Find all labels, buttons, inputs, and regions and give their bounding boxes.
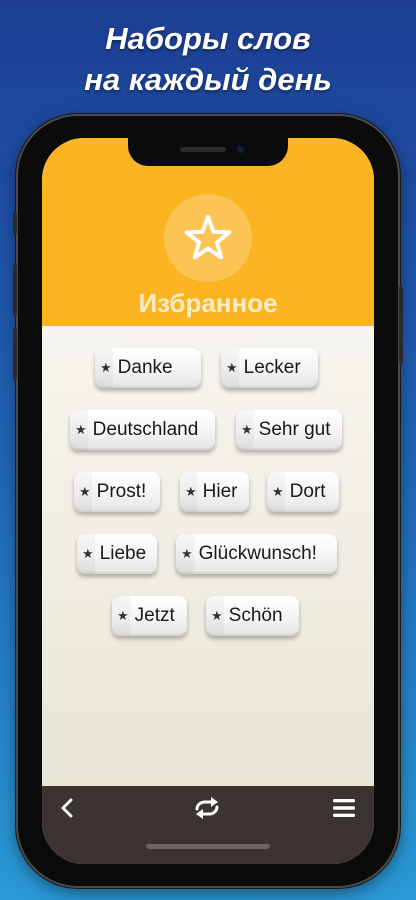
word-label: Schön <box>228 605 283 626</box>
word-label: Deutschland <box>92 419 199 440</box>
word-chip-lecker[interactable]: ★ Lecker <box>221 348 318 388</box>
word-chip-glueckwunsch[interactable]: ★ Glückwunsch! <box>176 534 337 574</box>
word-chip-hier[interactable]: ★ Hier <box>180 472 249 512</box>
word-label: Prost! <box>96 481 147 502</box>
promo-line-1: Наборы слов <box>105 21 311 56</box>
word-chip-deutschland[interactable]: ★ Deutschland <box>70 410 215 450</box>
shuffle-icon <box>195 797 219 819</box>
menu-button[interactable] <box>332 798 356 823</box>
word-chip-prost[interactable]: ★ Prost! <box>74 472 160 512</box>
star-outline-icon <box>184 215 232 260</box>
page-title: Избранное <box>138 288 278 318</box>
promo-headline: Наборы слов на каждый день <box>0 18 416 100</box>
word-label: Jetzt <box>134 605 175 626</box>
power-button <box>399 286 403 364</box>
word-label: Lecker <box>243 357 301 378</box>
word-chip-schoen[interactable]: ★ Schön <box>206 596 299 636</box>
home-indicator[interactable] <box>146 844 270 849</box>
word-label: Dort <box>289 481 326 502</box>
favorites-badge <box>164 194 252 282</box>
word-chip-danke[interactable]: ★ Danke <box>95 348 201 388</box>
bottom-toolbar <box>42 786 374 864</box>
back-button[interactable] <box>56 796 80 825</box>
word-chip-sehr-gut[interactable]: ★ Sehr gut <box>236 410 342 450</box>
word-label: Sehr gut <box>258 419 331 440</box>
front-camera <box>236 145 245 154</box>
word-chip-jetzt[interactable]: ★ Jetzt <box>112 596 187 636</box>
word-label: Liebe <box>99 543 147 564</box>
word-list: ★ Danke ★ Lecker ★ Deutschland ★ Sehr gu… <box>42 326 374 786</box>
word-chip-dort[interactable]: ★ Dort <box>267 472 339 512</box>
promo-line-2: на каждый день <box>84 62 332 97</box>
mute-switch <box>13 212 17 234</box>
volume-down-button <box>13 328 17 380</box>
word-label: Glückwunsch! <box>198 543 317 564</box>
volume-up-button <box>13 264 17 316</box>
shuffle-button[interactable] <box>192 796 222 825</box>
notch <box>128 138 288 166</box>
app-screen: Избранное ★ Danke ★ Lecker ★ Deutschland… <box>42 138 374 864</box>
hamburger-menu-icon <box>333 799 355 817</box>
word-chip-liebe[interactable]: ★ Liebe <box>77 534 157 574</box>
favorites-header: Избранное <box>42 138 374 326</box>
word-label: Danke <box>117 357 173 378</box>
word-label: Hier <box>202 481 238 502</box>
chevron-left-icon <box>61 798 73 818</box>
speaker-grille <box>180 147 226 152</box>
phone-frame: Избранное ★ Danke ★ Lecker ★ Deutschland… <box>13 116 403 886</box>
